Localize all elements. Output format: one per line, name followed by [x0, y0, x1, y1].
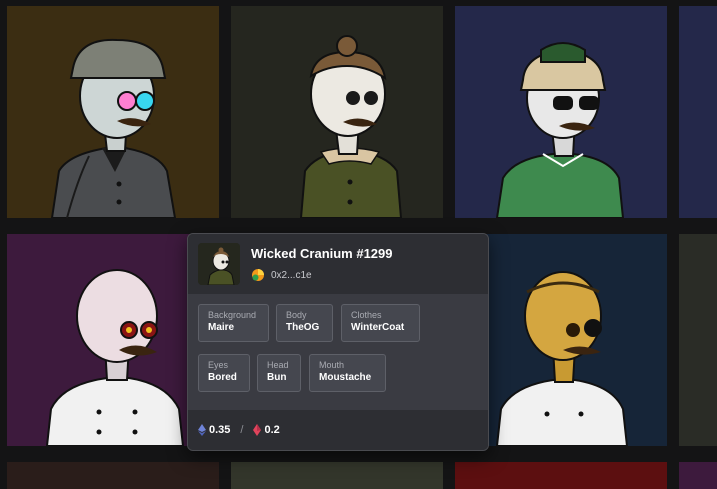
- ethereum-icon: [198, 424, 206, 436]
- owner-row[interactable]: 0x2...c1e: [251, 267, 312, 283]
- trait-value: Maire: [208, 322, 235, 333]
- trait-type: Mouth: [319, 360, 345, 370]
- trait-body[interactable]: Body TheOG: [276, 304, 333, 342]
- popup-header: Wicked Cranium #1299 0x2...c1e: [188, 234, 488, 294]
- tile-r3-c4[interactable]: [679, 462, 717, 489]
- trait-value: Bored: [208, 372, 237, 383]
- owner-avatar-icon: [252, 269, 264, 281]
- trait-type: Body: [286, 310, 307, 320]
- trait-value: Bun: [267, 372, 287, 383]
- trait-type: Clothes: [351, 310, 382, 320]
- tile-r2-c4[interactable]: [679, 234, 717, 446]
- trait-type: Background: [208, 310, 257, 320]
- nft-thumbnail[interactable]: [198, 243, 240, 285]
- nft-detail-popup: Wicked Cranium #1299 0x2...c1e Backgroun…: [187, 233, 489, 451]
- price-separator: /: [240, 424, 244, 436]
- price-row: 0.35 / 0.2: [198, 422, 280, 438]
- trait-value: Moustache: [319, 372, 372, 383]
- trait-mouth[interactable]: Mouth Moustache: [309, 354, 386, 392]
- price-footer: 0.35 / 0.2: [188, 410, 488, 450]
- trait-type: Head: [267, 360, 289, 370]
- tile-r3-c3[interactable]: [455, 462, 667, 489]
- trait-value: WinterCoat: [351, 322, 405, 333]
- tile-r3-c2[interactable]: [231, 462, 443, 489]
- trait-background[interactable]: Background Maire: [198, 304, 269, 342]
- tile-r3-c1[interactable]: [7, 462, 219, 489]
- trait-clothes[interactable]: Clothes WinterCoat: [341, 304, 420, 342]
- red-gem-icon: [253, 424, 262, 436]
- eth-price: 0.35: [209, 424, 231, 436]
- trait-value: TheOG: [286, 322, 320, 333]
- traits-section: Background Maire Body TheOG Clothes Wint…: [188, 294, 488, 410]
- trait-eyes[interactable]: Eyes Bored: [198, 354, 250, 392]
- trait-head[interactable]: Head Bun: [257, 354, 301, 392]
- tile-r1-c1[interactable]: [7, 6, 219, 218]
- tile-r1-c4[interactable]: [679, 6, 717, 218]
- other-price: 0.2: [264, 424, 280, 436]
- owner-address: 0x2...c1e: [271, 269, 312, 281]
- tile-r1-c2[interactable]: [231, 6, 443, 218]
- tile-r1-c3[interactable]: [455, 6, 667, 218]
- trait-type: Eyes: [208, 360, 229, 370]
- nft-title: Wicked Cranium #1299: [251, 246, 393, 261]
